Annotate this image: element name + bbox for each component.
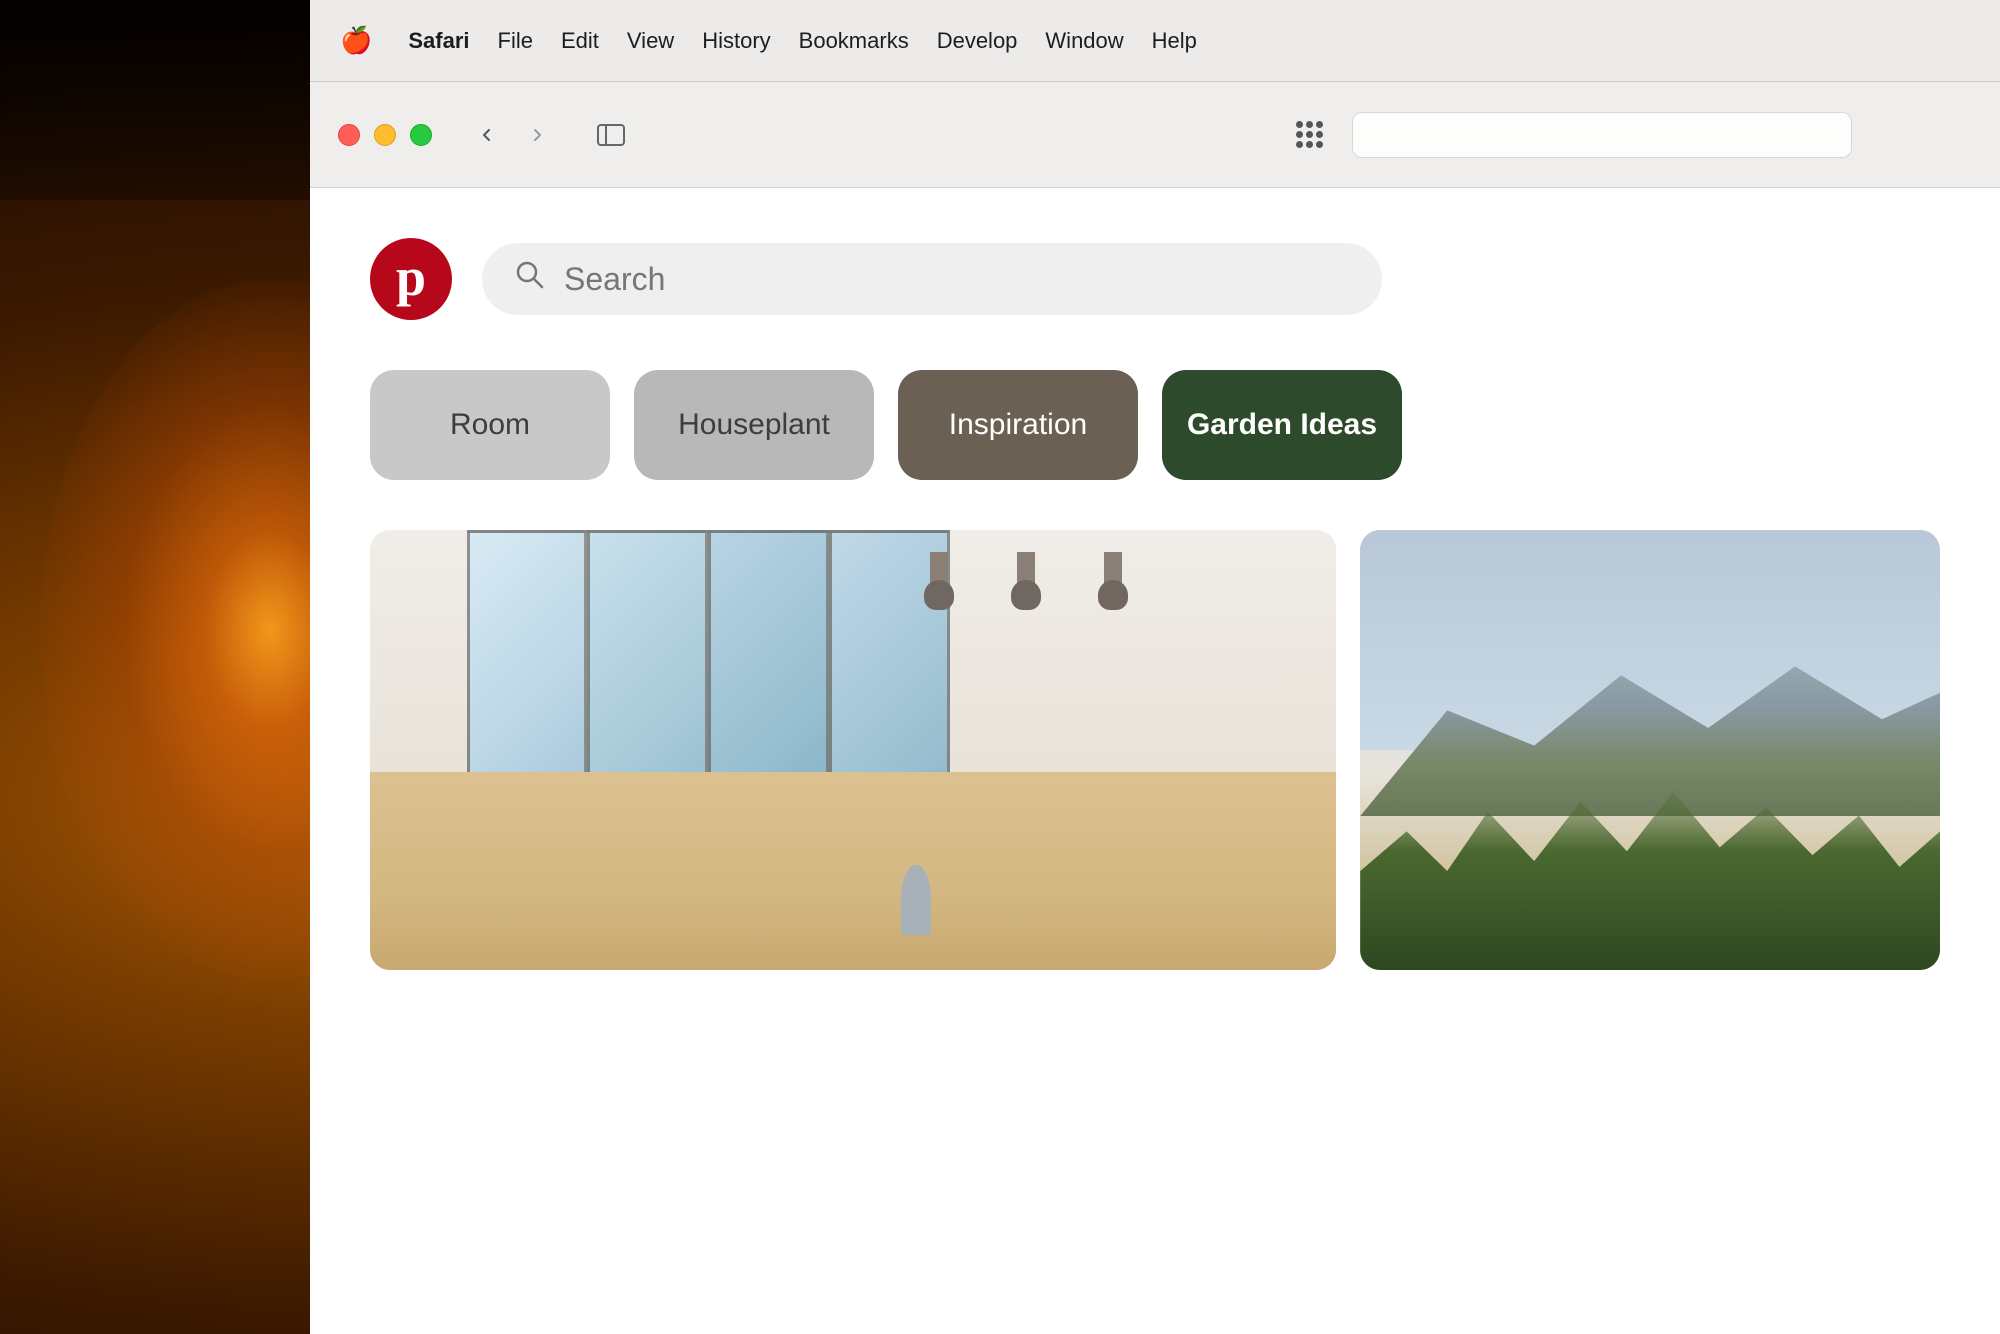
browser-chrome (310, 82, 2000, 188)
menu-develop[interactable]: Develop (937, 28, 1018, 54)
search-placeholder-text: Search (564, 261, 665, 298)
sidebar-toggle-button[interactable] (586, 114, 636, 156)
maximize-button[interactable] (410, 124, 432, 146)
grid-dot (1296, 121, 1303, 128)
category-room[interactable]: Room (370, 370, 610, 480)
menu-history[interactable]: History (702, 28, 770, 54)
pendant-light-1 (930, 552, 948, 602)
category-garden-ideas[interactable]: Garden Ideas (1162, 370, 1402, 480)
grid-dot (1296, 131, 1303, 138)
menu-view[interactable]: View (627, 28, 674, 54)
pendant-light-2 (1017, 552, 1035, 602)
search-bar[interactable]: Search (482, 243, 1382, 315)
menu-file[interactable]: File (498, 28, 533, 54)
minimize-button[interactable] (374, 124, 396, 146)
apps-grid-button[interactable] (1286, 114, 1332, 156)
menu-bookmarks[interactable]: Bookmarks (799, 28, 909, 54)
category-houseplant[interactable]: Houseplant (634, 370, 874, 480)
menu-safari[interactable]: Safari (408, 28, 469, 54)
mac-browser-frame: 🍎 Safari File Edit View History Bookmark… (310, 0, 2000, 1334)
pinterest-logo[interactable]: p (370, 238, 452, 320)
grid-dot (1306, 141, 1313, 148)
categories-row: Room Houseplant Inspiration Garden Ideas (370, 370, 1940, 480)
menu-window[interactable]: Window (1045, 28, 1123, 54)
category-inspiration[interactable]: Inspiration (898, 370, 1138, 480)
grid-dot (1306, 131, 1313, 138)
pinterest-app-content: p Search Room Houseplant (310, 188, 2000, 1334)
traffic-lights (338, 124, 432, 146)
image-card-outdoor[interactable] (1360, 530, 1940, 970)
url-bar[interactable] (1352, 112, 1852, 158)
macos-menu-bar: 🍎 Safari File Edit View History Bookmark… (310, 0, 2000, 82)
bar-stool-4 (901, 865, 931, 935)
menu-help[interactable]: Help (1152, 28, 1197, 54)
grid-dot (1296, 141, 1303, 148)
room-floor (370, 772, 1336, 970)
grid-dots-icon (1296, 121, 1323, 148)
outdoor-image (1360, 530, 1940, 970)
forward-button[interactable] (516, 114, 558, 156)
pendant-light-3 (1104, 552, 1122, 602)
image-grid (370, 530, 1940, 970)
search-icon (514, 259, 546, 299)
pinterest-header: p Search (370, 238, 1940, 320)
menu-edit[interactable]: Edit (561, 28, 599, 54)
grid-dot (1306, 121, 1313, 128)
grid-dot (1316, 121, 1323, 128)
close-button[interactable] (338, 124, 360, 146)
nav-buttons (466, 114, 558, 156)
interior-image (370, 530, 1336, 970)
back-button[interactable] (466, 114, 508, 156)
image-card-interior[interactable] (370, 530, 1336, 970)
grid-dot (1316, 131, 1323, 138)
apple-menu-icon[interactable]: 🍎 (340, 25, 372, 56)
grid-dot (1316, 141, 1323, 148)
pinterest-logo-letter: p (396, 250, 426, 304)
